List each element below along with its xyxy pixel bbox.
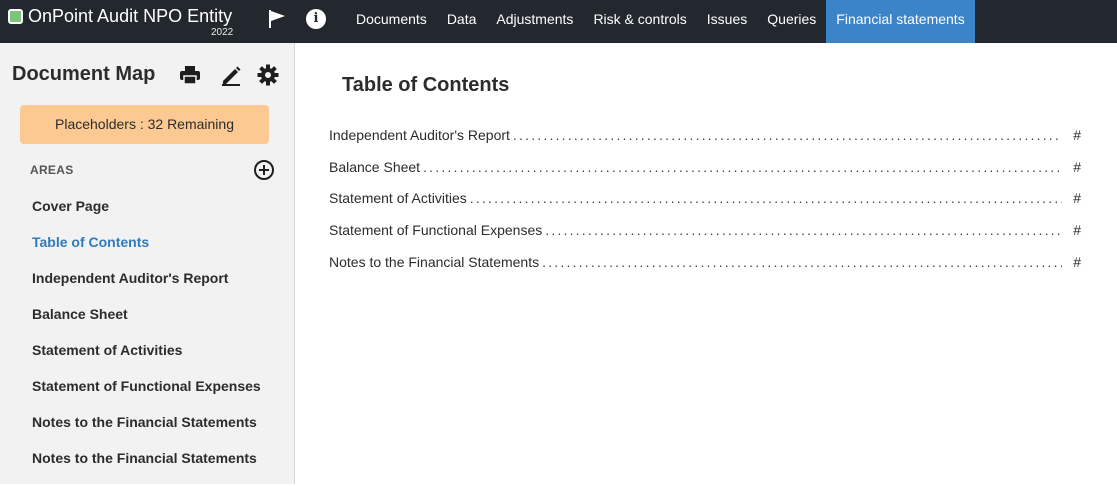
area-item-statement-of-functional-expenses[interactable]: Statement of Functional Expenses [32, 378, 282, 414]
tab-data[interactable]: Data [437, 0, 487, 43]
sidebar-title: Document Map [12, 63, 156, 85]
area-item-notes-to-financial-statements-2[interactable]: Notes to the Financial Statements [32, 450, 282, 486]
toc-leader-dots [545, 222, 1062, 238]
tab-documents[interactable]: Documents [346, 0, 437, 43]
placeholders-remaining-button[interactable]: Placeholders : 32 Remaining [20, 105, 269, 144]
pencil-icon[interactable] [220, 64, 242, 86]
toc-page-number: # [1073, 253, 1081, 270]
flag-icon[interactable] [267, 9, 287, 29]
toc-entry-label: Independent Auditor's Report [329, 127, 510, 143]
app-name: OnPoint Audit NPO Entity [28, 6, 233, 26]
area-item-notes-to-financial-statements[interactable]: Notes to the Financial Statements [32, 414, 282, 450]
toc-leader-dots [470, 190, 1062, 206]
toc-entry-label: Notes to the Financial Statements [329, 253, 540, 270]
toc-page-number: # [1073, 158, 1081, 175]
toc-leader-dots [513, 127, 1062, 143]
toc-row[interactable]: Notes to the Financial Statements # [329, 254, 1081, 286]
info-icon[interactable]: i [306, 9, 326, 29]
toc-entry-label: Statement of Functional Expenses [329, 222, 543, 239]
toc-page-number: # [1073, 127, 1081, 143]
area-item-cover-page[interactable]: Cover Page [32, 198, 282, 234]
app-title[interactable]: OnPoint Audit NPO Entity [8, 6, 232, 26]
document-map-sidebar: Document Map Placeholders : 32 Remaining… [0, 43, 295, 484]
printer-icon[interactable] [179, 64, 201, 86]
top-bar: OnPoint Audit NPO Entity 2022 i Document… [0, 0, 1117, 43]
area-item-statement-of-activities[interactable]: Statement of Activities [32, 342, 282, 378]
main-nav: Documents Data Adjustments Risk & contro… [346, 0, 975, 43]
toc-row[interactable]: Independent Auditor's Report # [329, 127, 1081, 159]
area-item-balance-sheet[interactable]: Balance Sheet [32, 306, 282, 342]
areas-heading: AREAS [30, 163, 74, 177]
gear-icon[interactable] [257, 64, 279, 86]
page-title: Table of Contents [342, 74, 510, 96]
toc-page-number: # [1073, 190, 1081, 207]
toc-leader-dots [423, 159, 1062, 175]
app-logo-icon [8, 8, 23, 24]
toc-entry-label: Balance Sheet [329, 158, 421, 175]
area-list: Cover Page Table of Contents Independent… [32, 198, 282, 486]
toc-row[interactable]: Statement of Activities # [329, 190, 1081, 222]
tab-issues[interactable]: Issues [697, 0, 757, 43]
toc-leader-dots [542, 254, 1062, 270]
area-item-table-of-contents[interactable]: Table of Contents [32, 234, 282, 270]
tab-queries[interactable]: Queries [757, 0, 826, 43]
tab-risk-controls[interactable]: Risk & controls [583, 0, 696, 43]
app-year: 2022 [211, 27, 234, 38]
toc-entry-label: Statement of Activities [329, 190, 467, 207]
toc-row[interactable]: Balance Sheet # [329, 159, 1081, 191]
toc-page-number: # [1073, 222, 1081, 239]
tab-financial-statements[interactable]: Financial statements [826, 0, 975, 43]
area-item-independent-auditors-report[interactable]: Independent Auditor's Report [32, 270, 282, 306]
tab-adjustments[interactable]: Adjustments [486, 0, 583, 43]
add-circle-icon[interactable] [253, 159, 275, 181]
toc-row[interactable]: Statement of Functional Expenses # [329, 222, 1081, 254]
table-of-contents: Independent Auditor's Report # Balance S… [329, 127, 1081, 285]
